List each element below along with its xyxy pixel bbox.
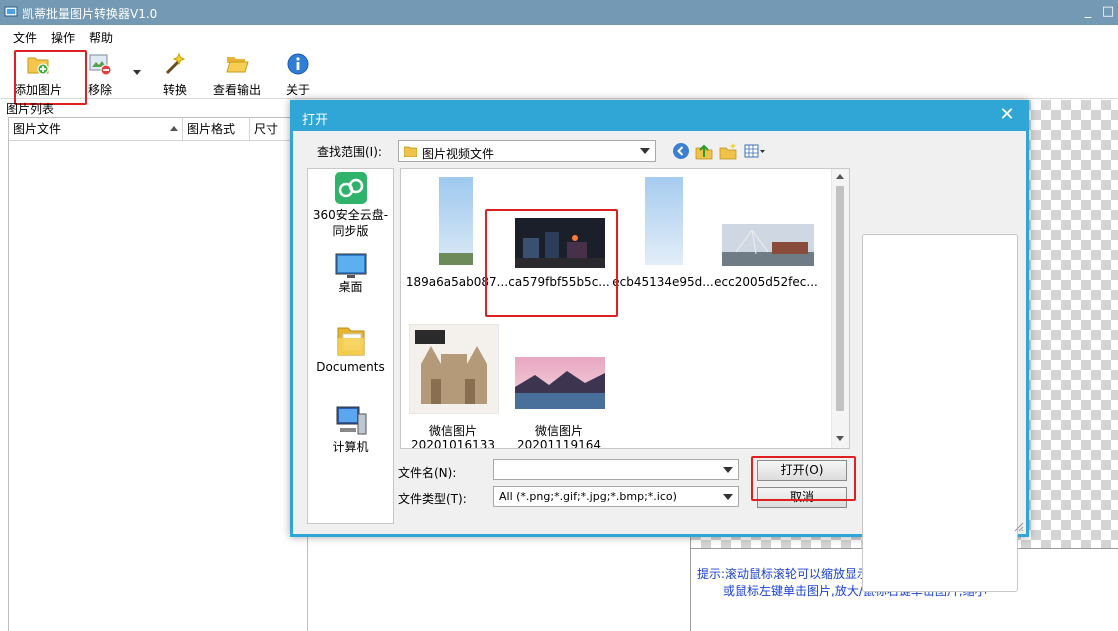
look-in-dropdown[interactable]: 图片视频文件 xyxy=(398,140,656,162)
file-name: 微信图片 xyxy=(428,424,477,438)
open-folder-icon xyxy=(226,57,249,73)
dialog-close-button[interactable]: ✕ xyxy=(997,104,1017,125)
dialog-title: 打开 xyxy=(302,113,329,128)
column-image-format[interactable]: 图片格式 xyxy=(183,118,250,140)
look-in-label: 查找范围(I): xyxy=(317,145,382,159)
about-label: 关于 xyxy=(285,83,310,97)
open-button-highlight xyxy=(751,456,856,501)
view-output-button[interactable]: 查看输出 xyxy=(209,50,265,97)
up-folder-icon[interactable] xyxy=(695,142,713,160)
app-icon xyxy=(4,6,18,17)
file-item[interactable]: 微信图片 20201016133 xyxy=(401,319,505,449)
convert-button[interactable]: 转换 xyxy=(155,50,195,97)
filename-input[interactable] xyxy=(493,459,739,480)
maximize-button[interactable]: □ xyxy=(1100,3,1116,21)
column-image-format-label: 图片格式 xyxy=(187,122,236,136)
chevron-down-icon xyxy=(640,148,650,154)
magic-wand-icon xyxy=(165,52,186,75)
file-list[interactable]: 189a6a5ab087... ca579fbf55b5c... ecb4513… xyxy=(400,168,850,449)
minimize-button[interactable]: _ xyxy=(1080,3,1096,21)
scroll-up-arrow[interactable] xyxy=(836,174,844,179)
sort-up-icon xyxy=(170,126,178,131)
toolbar: 添加图片 移除 转换 查看输出 关于 xyxy=(0,47,1118,105)
file-thumbnail xyxy=(722,224,814,266)
place-360-cloud[interactable]: 360安全云盘-同步版 xyxy=(308,169,393,239)
menu-file[interactable]: 文件 xyxy=(13,29,37,46)
place-desktop[interactable]: 桌面 xyxy=(308,249,393,297)
image-list[interactable]: 图片文件 图片格式 尺寸 xyxy=(8,117,308,631)
file-name: 微信图片 xyxy=(534,424,583,438)
scrollbar-thumb[interactable] xyxy=(836,186,844,411)
place-documents[interactable]: Documents xyxy=(308,324,393,374)
column-image-file[interactable]: 图片文件 xyxy=(9,118,183,140)
open-file-dialog: 打开 ✕ 查找范围(I): 图片视频文件 360安全云盘-同步版 桌面 Docu… xyxy=(290,100,1029,592)
place-360-cloud-label: 360安全云盘-同步版 xyxy=(312,208,389,238)
documents-folder-icon xyxy=(337,327,364,356)
filetype-label: 文件类型(T): xyxy=(398,492,467,506)
file-item[interactable]: 微信图片 20201119164 xyxy=(507,319,611,449)
info-icon xyxy=(287,53,309,75)
place-documents-label: Documents xyxy=(316,360,385,374)
remove-image-icon xyxy=(89,54,112,76)
back-icon[interactable] xyxy=(672,142,690,160)
look-in-value: 图片视频文件 xyxy=(422,147,495,161)
dialog-body: 查找范围(I): 图片视频文件 360安全云盘-同步版 桌面 Documents… xyxy=(293,131,1026,592)
menu-operation[interactable]: 操作 xyxy=(51,29,75,46)
selected-file-highlight xyxy=(485,209,618,317)
file-list-scrollbar[interactable] xyxy=(831,169,849,448)
file-item[interactable]: ecc2005d52fec... xyxy=(714,169,818,299)
image-list-header: 图片文件 图片格式 尺寸 xyxy=(9,118,307,141)
file-item[interactable]: ecb45134e95d... xyxy=(611,169,715,299)
file-name-line2: 20201119164 xyxy=(517,438,601,449)
chevron-down-icon xyxy=(723,494,733,500)
image-list-title: 图片列表 xyxy=(6,102,55,116)
scroll-down-arrow[interactable] xyxy=(836,436,844,441)
new-folder-icon[interactable] xyxy=(719,142,737,160)
cloud-sync-icon xyxy=(334,172,367,204)
folder-icon xyxy=(404,146,417,157)
remove-dropdown-arrow[interactable] xyxy=(133,70,141,75)
view-menu-icon[interactable] xyxy=(744,142,766,160)
resize-grip-icon[interactable] xyxy=(1012,520,1024,532)
menu-help[interactable]: 帮助 xyxy=(89,29,113,46)
places-bar: 360安全云盘-同步版 桌面 Documents 计算机 xyxy=(307,168,394,524)
file-name: ecc2005d52fec... xyxy=(714,275,818,289)
computer-icon xyxy=(336,406,366,435)
place-computer[interactable]: 计算机 xyxy=(308,404,393,454)
file-thumbnail xyxy=(439,177,473,265)
chevron-down-icon xyxy=(723,467,733,473)
add-image-highlight xyxy=(14,50,87,105)
title-bar: 凯蒂批量图片转换器V1.0 _ □ xyxy=(0,0,1118,25)
filetype-dropdown[interactable]: All (*.png;*.gif;*.jpg;*.bmp;*.ico) xyxy=(493,486,739,507)
column-image-file-label: 图片文件 xyxy=(13,122,62,136)
convert-label: 转换 xyxy=(162,83,187,97)
file-thumbnail xyxy=(409,324,499,414)
about-button[interactable]: 关于 xyxy=(278,50,318,97)
file-thumbnail xyxy=(515,357,605,409)
view-output-label: 查看输出 xyxy=(212,83,261,97)
desktop-icon xyxy=(335,253,366,278)
file-name-line2: 20201016133 xyxy=(411,438,495,449)
menu-bar: 文件 操作 帮助 xyxy=(0,25,1118,47)
place-desktop-label: 桌面 xyxy=(338,280,363,294)
filename-label: 文件名(N): xyxy=(398,466,457,480)
place-computer-label: 计算机 xyxy=(332,440,369,454)
file-thumbnail xyxy=(645,177,683,265)
column-size-label: 尺寸 xyxy=(254,122,279,136)
window-title: 凯蒂批量图片转换器V1.0 xyxy=(22,7,158,21)
file-name: ecb45134e95d... xyxy=(612,275,714,289)
filetype-value: All (*.png;*.gif;*.jpg;*.bmp;*.ico) xyxy=(499,490,677,503)
dialog-preview-pane xyxy=(862,234,1018,592)
